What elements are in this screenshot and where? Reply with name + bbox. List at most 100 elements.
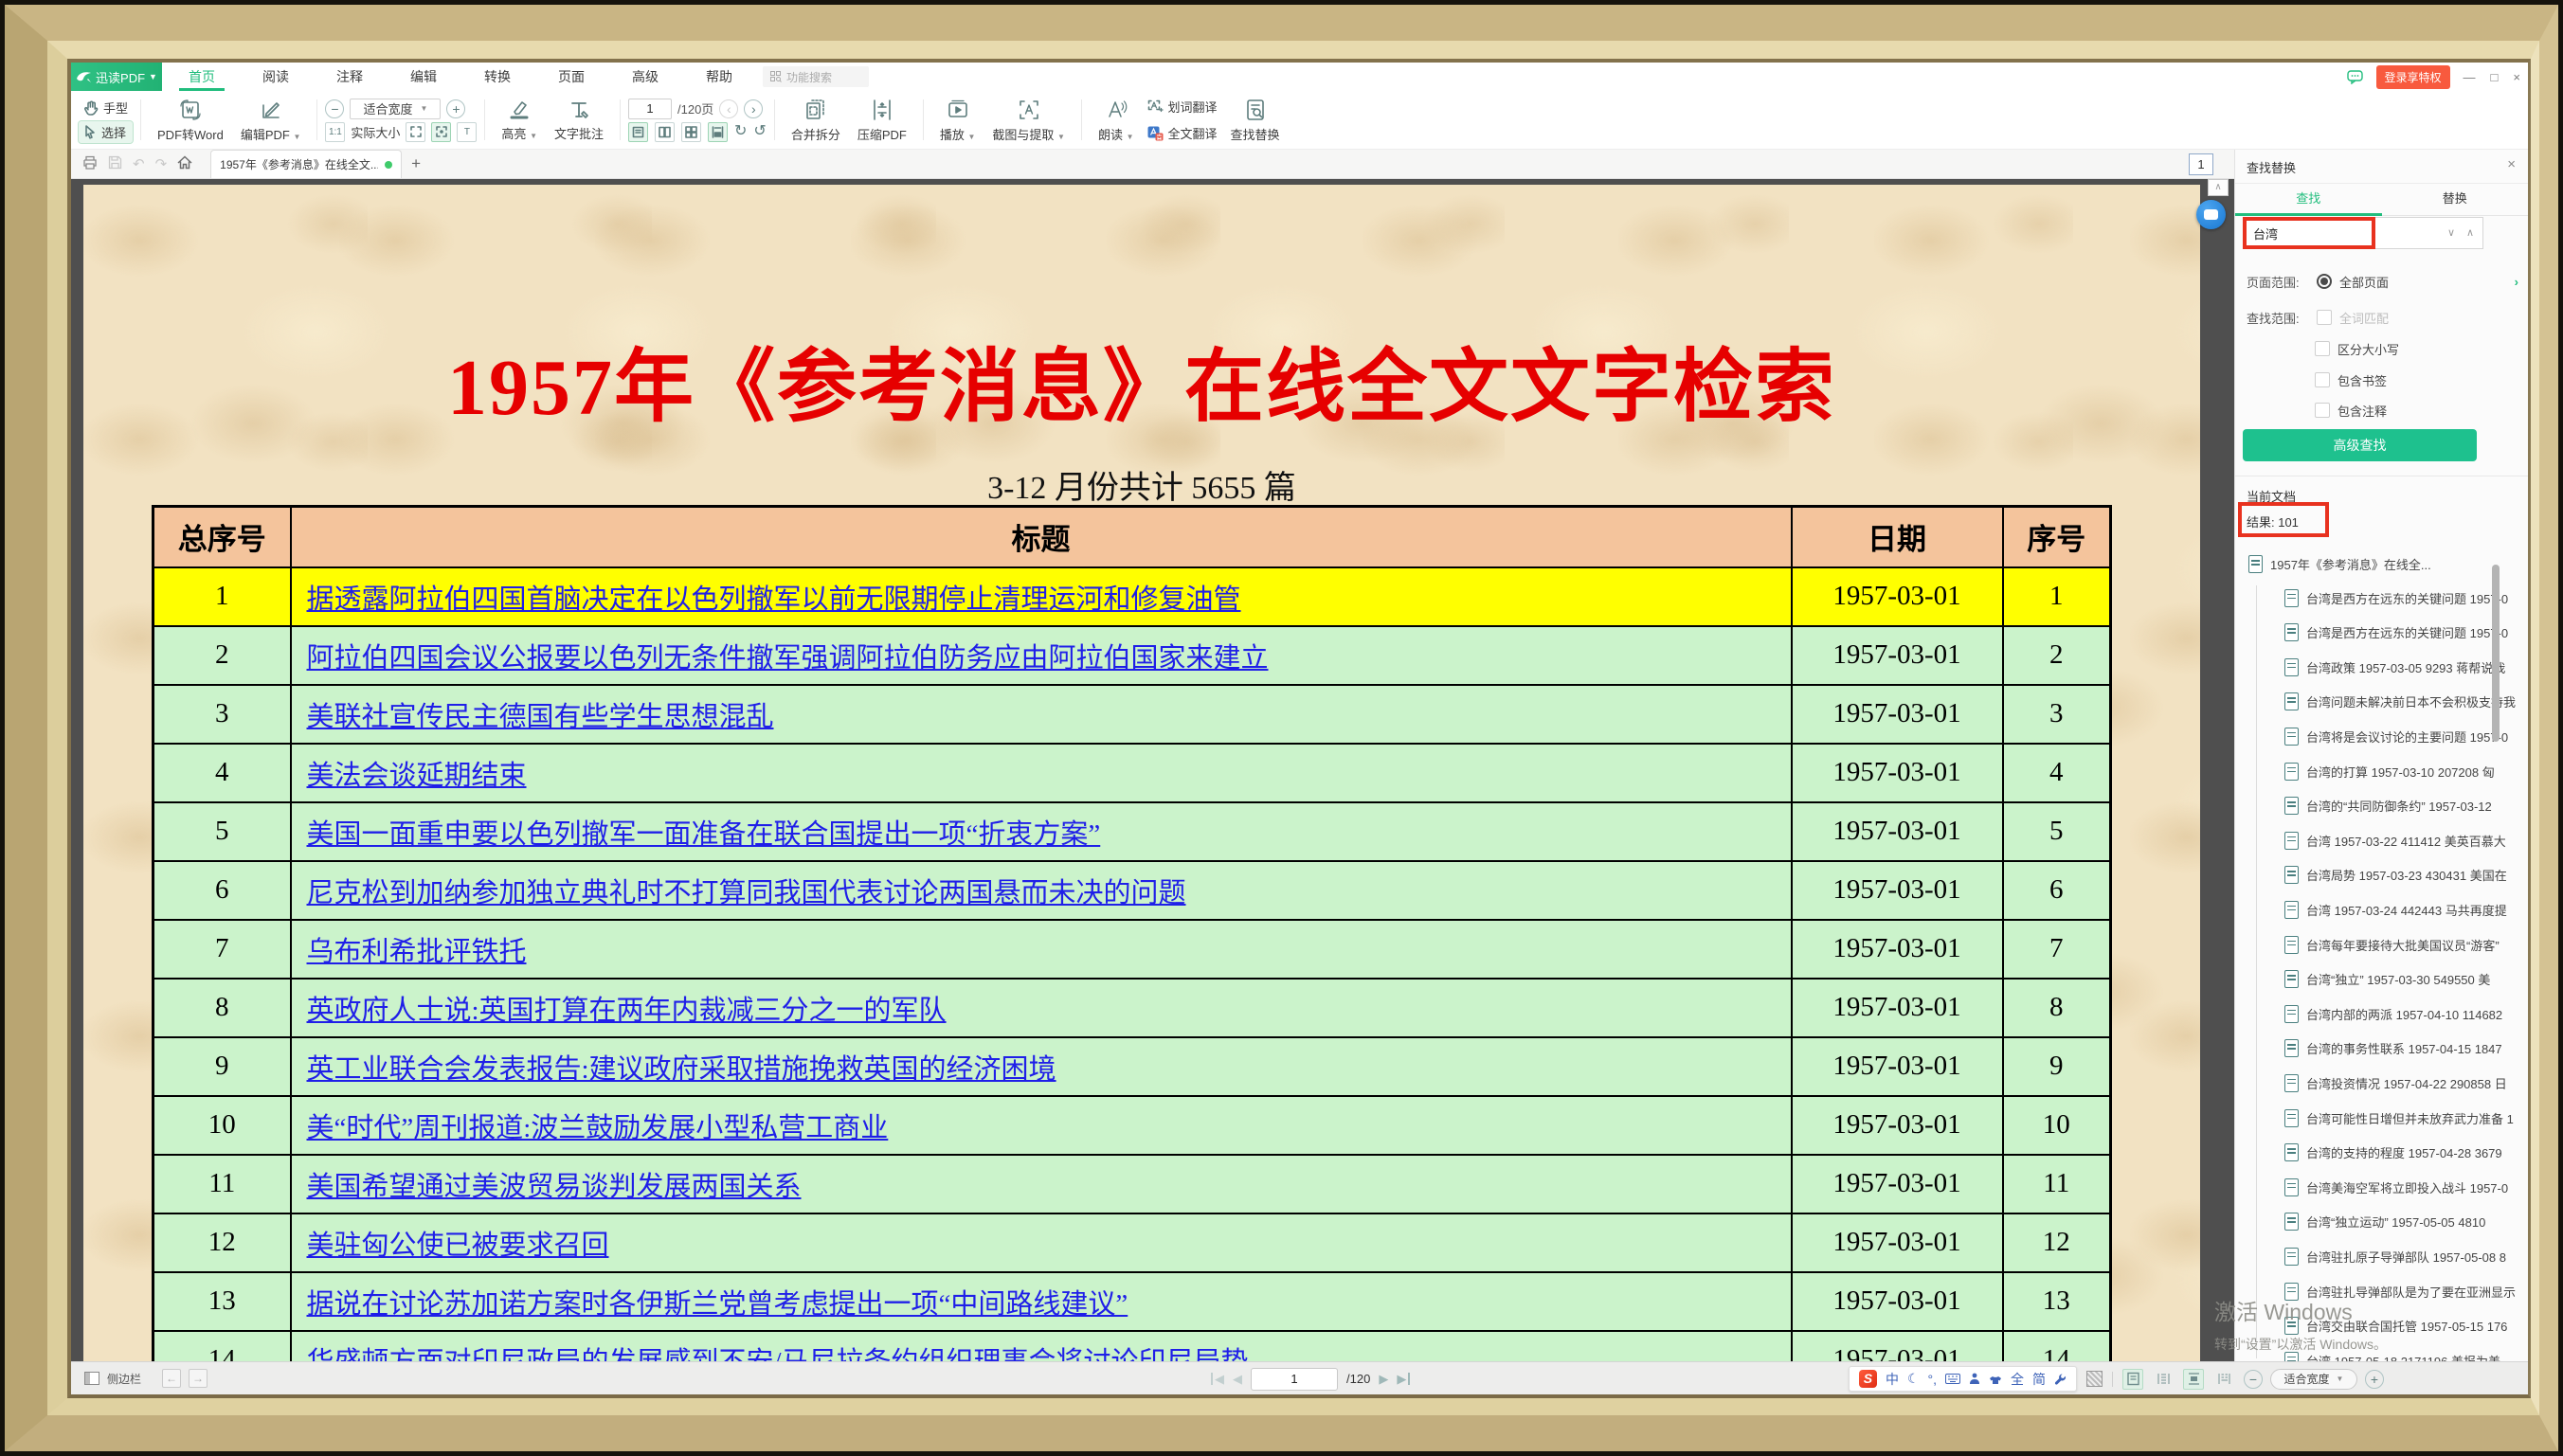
article-link[interactable]: 美法会谈延期结束 [307,761,527,791]
rotate-cw-icon[interactable]: ↻ [734,124,747,139]
menu-tab-advanced[interactable]: 高级 [626,63,664,91]
function-search-box[interactable]: 功能搜索 [763,66,869,87]
prev-page-button[interactable]: ‹ [719,99,738,118]
search-result-item[interactable]: 台湾投资情况 1957-04-22 290858 日 [2284,1069,2528,1097]
print-icon[interactable] [82,155,98,172]
status-zoom-dropdown[interactable]: 适合宽度▼ [2270,1369,2357,1390]
search-result-item[interactable]: 台湾的打算 1957-03-10 207208 匈 [2284,757,2528,785]
sidebar-toggle-icon[interactable] [84,1372,99,1385]
article-link[interactable]: 据说在讨论苏加诺方案时各伊斯兰党曾考虑提出一项“中间路线建议” [307,1289,1128,1320]
app-logo-button[interactable]: 迅读PDF▼ [71,63,162,91]
page-range-value[interactable]: 全部页面 [2339,273,2389,291]
radio-all-pages[interactable] [2317,274,2332,289]
status-zoom-in-button[interactable]: + [2365,1370,2384,1389]
search-result-item[interactable]: 台湾 1957-03-22 411412 美英百慕大 [2284,826,2528,854]
article-link[interactable]: 美“时代”周刊报道:波兰鼓励发展小型私营工商业 [307,1113,889,1143]
ime-fullwidth-icon[interactable]: 全 [2011,1370,2024,1389]
history-forward-button[interactable]: → [189,1369,208,1388]
zoom-out-button[interactable]: − [325,99,344,118]
add-tab-button[interactable]: + [411,154,421,173]
menu-tab-annotate[interactable]: 注释 [331,63,369,91]
ime-shape-icon[interactable]: ☾ [1907,1371,1920,1387]
find-prev-icon[interactable]: ∧ [2466,217,2474,249]
document-viewport[interactable]: 1957年《参考消息》在线全文文字检索 3-12 月份共计 5655 篇 总序号… [71,179,2234,1361]
document-tab[interactable]: 1957年《参考消息》在线全文... [210,150,402,178]
advanced-find-button[interactable]: 高级查找 [2243,429,2477,461]
search-result-item[interactable]: 台湾驻扎导弹部队是为了要在亚洲显示 [2284,1277,2528,1305]
background-pattern-icon[interactable] [2086,1371,2103,1387]
actual-size-label[interactable]: 实际大小 [351,123,400,141]
search-result-item[interactable]: 台湾的支持的程度 1957-04-28 3679 [2284,1139,2528,1167]
pdf-to-word-button[interactable]: PDF转Word [149,93,232,147]
article-link[interactable]: 乌布利希批评铁托 [307,937,527,967]
search-result-item[interactable]: 台湾 1957-05-18 2171196 美报为美 [2284,1346,2528,1361]
next-page-button[interactable]: › [744,99,763,118]
edit-pdf-button[interactable]: 编辑PDF ▼ [232,93,310,147]
home-icon[interactable] [177,155,192,172]
merge-split-button[interactable]: 合并拆分 [783,93,849,147]
menu-tab-home[interactable]: 首页 [183,63,221,91]
menu-tab-read[interactable]: 阅读 [257,63,295,91]
collapse-up-button[interactable]: ∧ [2208,179,2229,196]
play-button[interactable]: 播放 ▼ [931,93,984,147]
previous-page-button[interactable]: ◀ [1233,1373,1242,1385]
save-icon[interactable] [108,155,122,172]
hand-tool-button[interactable]: 手型 [79,97,133,118]
article-link[interactable]: 英政府人士说:英国打算在两年内裁减三分之一的军队 [307,996,947,1026]
article-link[interactable]: 阿拉伯四国会议公报要以色列无条件撤军强调阿拉伯防务应由阿拉伯国家来建立 [307,643,1269,674]
article-link[interactable]: 尼克松到加纳参加独立典礼时不打算同我国代表讨论两国悬而未决的问题 [307,878,1186,908]
login-button[interactable]: 登录享特权 [2376,65,2450,89]
article-link[interactable]: 据透露阿拉伯四国首脑决定在以色列撤军以前无限期停止清理运河和修复油管 [307,584,1241,615]
status-continuous-icon[interactable] [2183,1369,2204,1390]
close-icon[interactable]: × [2507,156,2516,172]
checkbox-include-bookmarks[interactable] [2315,372,2330,387]
full-translate-button[interactable]: 全文翻译 [1143,122,1222,144]
article-link[interactable]: 华盛顿方面对印尼政局的发展感到不安/马尼拉条约组织理事会将讨论印尼局势 [307,1347,1249,1361]
ime-simplified-icon[interactable]: 简 [2032,1370,2046,1389]
search-result-root[interactable]: 1957年《参考消息》在线全... [2248,555,2431,573]
history-back-button[interactable]: ← [162,1369,181,1388]
read-aloud-button[interactable]: 朗读 ▼ [1090,93,1143,147]
fit-page-icon[interactable] [406,122,425,142]
four-page-view-icon[interactable] [681,122,701,142]
continuous-scroll-icon[interactable] [708,122,728,142]
ime-keyboard-icon[interactable] [1945,1374,1960,1384]
undo-icon[interactable]: ↶ [133,157,145,171]
first-page-button[interactable]: ◀ [1211,1373,1224,1385]
feedback-chat-icon[interactable] [2347,70,2363,84]
checkbox-include-annotations[interactable] [2315,403,2330,418]
ime-punctuation-icon[interactable]: °, [1928,1372,1938,1387]
minimize-button[interactable]: — [2464,70,2476,84]
select-tool-button[interactable]: 选择 [79,121,133,143]
panel-scrollbar-thumb[interactable] [2492,565,2500,742]
search-result-item[interactable]: 台湾内部的两派 1957-04-10 114682 [2284,999,2528,1028]
chevron-right-icon[interactable]: › [2515,275,2518,289]
article-link[interactable]: 美联社宣传民主德国有些学生思想混乱 [307,702,774,732]
checkbox-match-case[interactable] [2315,341,2330,356]
page-indicator-badge[interactable]: 1 [2189,153,2213,175]
article-link[interactable]: 美驻匈公使已被要求召回 [307,1231,609,1261]
find-next-icon[interactable]: ∨ [2447,217,2455,249]
floating-assistant-button[interactable] [2196,200,2226,229]
search-result-item[interactable]: 台湾的“共同防御条约” 1957-03-12 [2284,792,2528,820]
ime-skin-icon[interactable] [1969,1373,1980,1385]
fit-text-icon[interactable]: T [457,122,477,142]
redo-icon[interactable]: ↷ [155,157,168,171]
search-result-item[interactable]: 台湾的事务性联系 1957-04-15 1847 [2284,1034,2528,1063]
ime-mode-chinese[interactable]: 中 [1886,1370,1899,1389]
menu-tab-page[interactable]: 页面 [552,63,590,91]
close-button[interactable]: × [2513,70,2520,84]
article-link[interactable]: 美国希望通过美波贸易谈判发展两国关系 [307,1172,802,1202]
search-result-item[interactable]: 台湾 1957-03-24 442443 马共再度提 [2284,895,2528,924]
zoom-in-button[interactable]: + [446,99,465,118]
search-result-item[interactable]: 台湾“独立运动” 1957-05-05 4810 [2284,1208,2528,1236]
find-replace-button[interactable]: 查找替换 [1222,93,1289,147]
search-result-item[interactable]: 台湾局势 1957-03-23 430431 美国在 [2284,861,2528,890]
ime-toolbox-icon[interactable] [1989,1374,2002,1385]
ime-wrench-icon[interactable] [2054,1373,2067,1385]
menu-tab-convert[interactable]: 转换 [478,63,516,91]
rotate-ccw-icon[interactable]: ↺ [753,124,766,139]
text-annotation-button[interactable]: 文字批注 [546,93,612,147]
search-result-item[interactable]: 台湾可能性日增但并未放弃武力准备 1 [2284,1104,2528,1132]
search-result-item[interactable]: 台湾驻扎原子导弹部队 1957-05-08 8 [2284,1242,2528,1270]
